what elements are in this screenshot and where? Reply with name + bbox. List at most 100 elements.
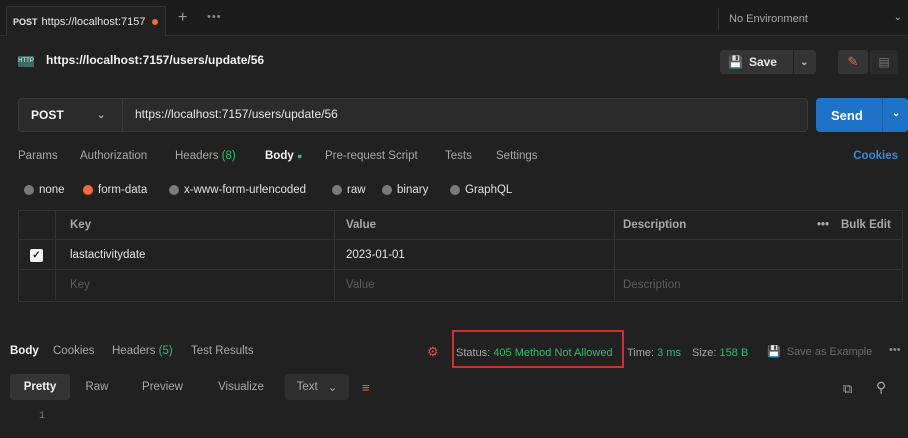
radio-dot-selected-icon	[83, 185, 93, 195]
radio-label: none	[39, 184, 65, 196]
divider	[55, 240, 56, 270]
table-row: ✓ lastactivitydate 2023-01-01	[18, 240, 903, 270]
tab-method-label: POST	[13, 16, 38, 27]
radio-dot-icon	[382, 185, 392, 195]
format-label: Text	[296, 381, 318, 393]
radio-dot-icon	[24, 185, 34, 195]
column-header-description: Description	[623, 219, 687, 231]
chevron-down-icon: ⌄	[97, 109, 106, 121]
radio-binary[interactable]: binary	[382, 184, 428, 196]
wrap-lines-icon[interactable]: ≡	[362, 380, 370, 395]
tab-authorization[interactable]: Authorization	[80, 150, 147, 162]
time-value: 3 ms	[657, 347, 681, 359]
column-header-value: Value	[346, 219, 377, 231]
description-placeholder[interactable]: Description	[623, 270, 681, 300]
response-time: Time: 3 ms	[627, 347, 681, 359]
divider	[55, 210, 56, 240]
size-label: Size:	[692, 347, 717, 359]
url-input[interactable]: https://localhost:7157/users/update/56	[135, 107, 338, 121]
tab-title: https://localhost:7157	[41, 15, 146, 28]
request-tab[interactable]: POST https://localhost:7157	[6, 6, 166, 36]
param-key[interactable]: lastactivitydate	[70, 240, 145, 270]
param-value[interactable]: 2023-01-01	[346, 240, 405, 270]
send-label: Send	[831, 107, 863, 123]
response-headers-label: Headers	[112, 345, 156, 357]
response-tab-body[interactable]: Body	[10, 345, 39, 357]
save-as-example-button[interactable]: 💾 Save as Example	[767, 345, 873, 359]
key-placeholder[interactable]: Key	[70, 270, 90, 300]
environment-select[interactable]: No Environment ⌄	[718, 8, 908, 30]
chevron-down-icon: ⌄	[327, 382, 338, 394]
copy-icon[interactable]: ⧉	[843, 381, 852, 397]
divider	[614, 240, 615, 270]
save-button[interactable]: 💾 Save ⌄	[720, 50, 816, 74]
new-tab-plus-icon[interactable]: +	[178, 9, 187, 27]
time-label: Time:	[627, 347, 655, 359]
view-visualize-button[interactable]: Visualize	[206, 374, 276, 400]
view-preview-button[interactable]: Preview	[130, 374, 195, 400]
body-active-dot-icon: ●	[296, 151, 303, 161]
radio-dot-icon	[169, 185, 179, 195]
send-button[interactable]: Send ⌄	[816, 98, 908, 132]
tab-params[interactable]: Params	[18, 150, 58, 162]
format-select[interactable]: Text ⌄	[285, 374, 349, 400]
value-placeholder[interactable]: Value	[346, 270, 375, 300]
divider	[334, 240, 335, 270]
row-checkbox[interactable]: ✓	[30, 240, 43, 270]
line-number: 1	[39, 411, 46, 422]
response-size: Size: 158 B	[692, 347, 748, 359]
response-tab-headers[interactable]: Headers (5)	[112, 345, 173, 357]
radio-none[interactable]: none	[24, 184, 65, 196]
tab-more-icon[interactable]: •••	[207, 11, 222, 23]
save-label: Save	[748, 55, 777, 69]
request-title-row: HTTP https://localhost:7157/users/update…	[0, 44, 908, 78]
radio-urlencoded[interactable]: x-www-form-urlencoded	[169, 184, 306, 196]
url-bar: POST ⌄ https://localhost:7157/users/upda…	[18, 98, 808, 132]
response-tab-test-results[interactable]: Test Results	[191, 345, 254, 357]
network-globe-icon[interactable]: ⚙	[427, 344, 439, 360]
response-more-icon[interactable]: •••	[889, 344, 901, 356]
tab-body[interactable]: Body ●	[265, 150, 302, 162]
radio-label: form-data	[98, 184, 148, 196]
view-pretty-button[interactable]: Pretty	[10, 374, 70, 400]
radio-form-data[interactable]: form-data	[83, 184, 147, 196]
divider	[55, 270, 56, 300]
response-headers-count: (5)	[158, 345, 173, 357]
tab-tests[interactable]: Tests	[445, 150, 472, 162]
chevron-down-icon[interactable]: ⌄	[800, 57, 808, 68]
cookies-link[interactable]: Cookies	[853, 150, 898, 162]
response-status: Status: 405 Method Not Allowed	[456, 347, 613, 359]
documentation-icon[interactable]: ▤	[870, 50, 898, 74]
tab-settings[interactable]: Settings	[496, 150, 538, 162]
tab-pre-request-script[interactable]: Pre-request Script	[325, 150, 418, 162]
more-icon[interactable]: •••	[817, 210, 829, 240]
radio-raw[interactable]: raw	[332, 184, 366, 196]
radio-graphql[interactable]: GraphQL	[450, 184, 512, 196]
save-icon: 💾	[728, 55, 743, 69]
response-tab-cookies[interactable]: Cookies	[53, 345, 95, 357]
divider	[334, 270, 335, 300]
chevron-down-icon[interactable]: ⌄	[892, 108, 900, 119]
save-example-label: Save as Example	[786, 345, 873, 358]
search-icon[interactable]: ⚲	[876, 379, 886, 396]
unsaved-dot-icon	[152, 18, 159, 25]
environment-label: No Environment	[729, 13, 808, 25]
method-select[interactable]: POST ⌄	[19, 99, 123, 131]
status-value: 405 Method Not Allowed	[493, 347, 613, 359]
radio-dot-icon	[332, 185, 342, 195]
divider	[614, 270, 615, 300]
view-raw-button[interactable]: Raw	[72, 374, 122, 400]
radio-label: binary	[397, 184, 429, 196]
tab-headers[interactable]: Headers (8)	[175, 150, 236, 162]
bulk-edit-link[interactable]: Bulk Edit	[841, 210, 891, 240]
table-row-empty: Key Value Description	[18, 270, 903, 300]
request-title[interactable]: https://localhost:7157/users/update/56	[46, 53, 264, 67]
edit-pencil-icon[interactable]: ✎	[838, 50, 868, 74]
divider	[614, 210, 615, 240]
radio-label: x-www-form-urlencoded	[184, 184, 307, 196]
headers-count: (8)	[221, 150, 236, 162]
divider	[792, 50, 794, 74]
table-header-row: Key Value Description ••• Bulk Edit	[18, 210, 903, 240]
chevron-down-icon: ⌄	[893, 12, 902, 23]
radio-dot-icon	[450, 185, 460, 195]
